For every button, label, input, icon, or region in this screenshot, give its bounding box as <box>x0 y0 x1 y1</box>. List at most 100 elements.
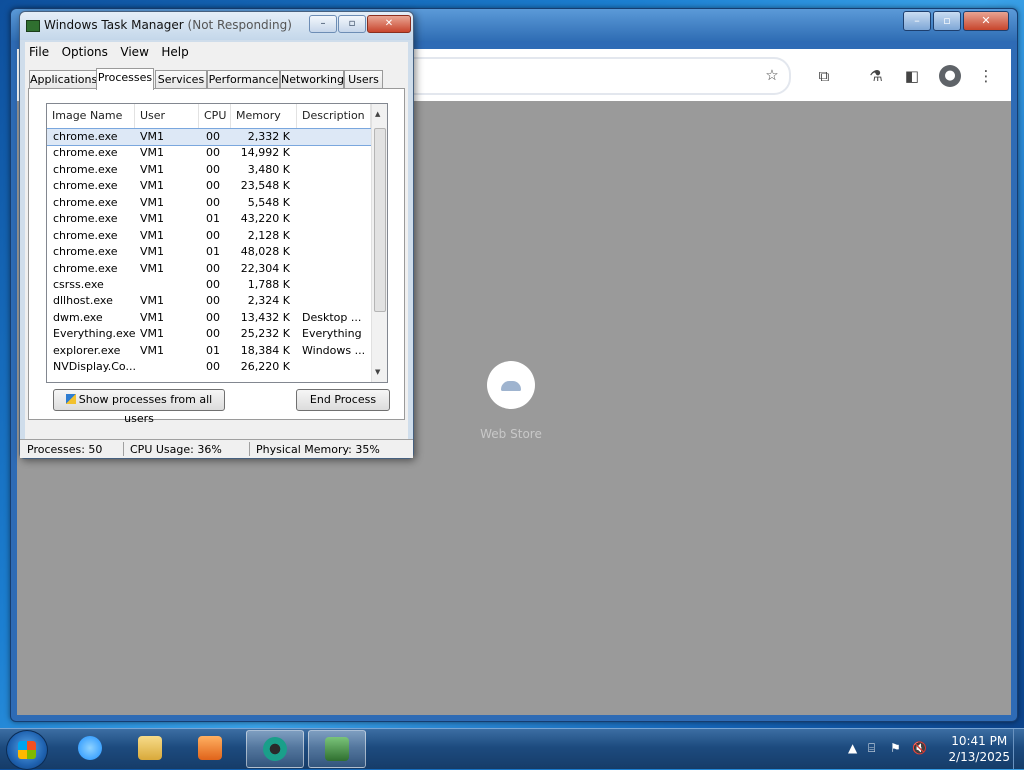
extensions-icon[interactable]: ⧉ <box>815 67 833 85</box>
menu-view[interactable]: View <box>116 42 153 59</box>
process-image-name: chrome.exe <box>53 261 118 275</box>
scroll-up-arrow-icon[interactable]: ▲ <box>375 110 380 118</box>
tab-applications[interactable]: Applications <box>29 70 97 89</box>
process-cpu: 00 <box>206 310 220 324</box>
process-list[interactable]: Image Name User Name CPU Memory (... Des… <box>46 103 388 383</box>
profile-avatar-icon[interactable]: ● <box>939 65 961 87</box>
process-row[interactable]: chrome.exe VM1 01 48,028 K <box>47 244 371 260</box>
menu-file[interactable]: File <box>25 42 54 59</box>
process-image-name: explorer.exe <box>53 343 121 357</box>
network-icon[interactable]: ⌸ <box>868 741 875 756</box>
tab-processes[interactable]: Processes <box>96 68 154 90</box>
side-panel-icon[interactable]: ◧ <box>903 67 921 85</box>
process-cpu: 00 <box>206 130 220 143</box>
tab-users[interactable]: Users <box>344 70 383 89</box>
not-responding-label: (Not Responding) <box>187 18 292 32</box>
clock[interactable]: 10:41 PM 2/13/2025 <box>948 733 1010 765</box>
process-cpu: 00 <box>206 261 220 275</box>
process-memory: 43,220 K <box>240 212 290 226</box>
process-user-name: VM1 <box>140 228 165 242</box>
process-user-name: VM1 <box>140 179 165 193</box>
process-memory: 23,548 K <box>240 179 290 193</box>
process-row[interactable]: chrome.exe VM1 00 2,332 K <box>47 127 372 147</box>
taskbar-task-manager[interactable] <box>308 730 366 768</box>
web-store-shortcut[interactable] <box>487 361 535 409</box>
windows-logo-icon <box>18 741 36 759</box>
process-cpu: 00 <box>206 146 220 160</box>
show-desktop-button[interactable] <box>1013 729 1024 769</box>
show-hidden-icons-icon[interactable]: ▲ <box>848 741 857 755</box>
column-header-description[interactable]: Description <box>297 104 371 128</box>
process-cpu: 00 <box>206 327 220 341</box>
close-button[interactable]: ✕ <box>963 11 1009 31</box>
system-tray: ▲ ⌸ ⚑ 🔇 10:41 PM 2/13/2025 <box>834 729 1024 769</box>
tab-services[interactable]: Services <box>155 70 207 89</box>
process-row[interactable]: dwm.exe VM1 00 13,432 K Desktop ... <box>47 310 371 326</box>
window-title: Windows Task Manager <box>44 18 184 32</box>
taskbar: ▲ ⌸ ⚑ 🔇 10:41 PM 2/13/2025 <box>0 728 1024 770</box>
maximize-button[interactable]: ▫ <box>933 11 961 31</box>
process-cpu: 01 <box>206 343 220 357</box>
column-header-user-name[interactable]: User Name <box>135 104 199 146</box>
process-user-name: VM1 <box>140 162 165 176</box>
volume-muted-icon[interactable]: 🔇 <box>912 741 927 755</box>
process-row[interactable]: chrome.exe VM1 00 2,128 K <box>47 228 371 244</box>
action-center-flag-icon[interactable]: ⚑ <box>890 741 901 755</box>
process-user-name: VM1 <box>140 310 165 324</box>
media-player-icon <box>198 736 222 760</box>
process-image-name: chrome.exe <box>53 146 118 160</box>
menu-options[interactable]: Options <box>58 42 113 59</box>
process-user-name: VM1 <box>140 343 165 357</box>
labs-flask-icon[interactable]: ⚗ <box>867 67 885 85</box>
process-row[interactable]: chrome.exe VM1 00 5,548 K <box>47 195 371 211</box>
scroll-thumb[interactable] <box>374 128 386 312</box>
process-memory: 2,128 K <box>247 228 290 242</box>
column-header-image-name[interactable]: Image Name <box>47 104 135 128</box>
process-row[interactable]: chrome.exe VM1 00 3,480 K <box>47 162 371 178</box>
taskbar-media-player[interactable] <box>182 730 238 766</box>
process-row[interactable]: Everything.exe VM1 00 25,232 K Everything <box>47 326 371 342</box>
process-image-name: Everything.exe <box>53 327 135 341</box>
show-all-processes-button[interactable]: Show processes from all users <box>53 389 225 425</box>
process-row[interactable]: csrss.exe 00 1,788 K <box>47 277 371 293</box>
folder-icon <box>138 736 162 760</box>
process-row[interactable]: NVDisplay.Co... 00 26,220 K <box>47 359 371 375</box>
process-memory: 26,220 K <box>240 360 290 374</box>
star-icon[interactable]: ☆ <box>763 66 781 84</box>
task-manager-window: Windows Task Manager (Not Responding) – … <box>19 11 414 459</box>
process-description: Windows ... <box>302 343 366 357</box>
process-image-name: chrome.exe <box>53 130 118 143</box>
task-manager-app-icon <box>26 20 40 32</box>
start-button[interactable] <box>6 730 48 770</box>
taskbar-file-explorer[interactable] <box>122 730 178 766</box>
taskbar-internet-explorer[interactable] <box>62 730 118 766</box>
process-description: Desktop ... <box>302 310 362 324</box>
process-row[interactable]: chrome.exe VM1 00 14,992 K <box>47 145 371 161</box>
vertical-scrollbar[interactable]: ▲ ▼ <box>371 104 387 382</box>
end-process-button[interactable]: End Process <box>296 389 390 411</box>
process-row[interactable]: chrome.exe VM1 00 23,548 K <box>47 178 371 194</box>
maximize-button[interactable]: ▫ <box>338 15 366 33</box>
menu-more-icon[interactable]: ⋮ <box>977 67 995 85</box>
process-cpu: 00 <box>206 294 220 308</box>
scroll-down-arrow-icon[interactable]: ▼ <box>375 368 380 376</box>
tab-networking[interactable]: Networking <box>280 70 344 89</box>
minimize-button[interactable]: – <box>903 11 931 31</box>
tab-performance[interactable]: Performance <box>207 70 280 89</box>
process-row[interactable]: dllhost.exe VM1 00 2,324 K <box>47 293 371 309</box>
process-row[interactable]: explorer.exe VM1 01 18,384 K Windows ... <box>47 343 371 359</box>
column-header-memory[interactable]: Memory (... <box>231 104 297 146</box>
process-row[interactable]: chrome.exe VM1 00 22,304 K <box>47 261 371 277</box>
minimize-button[interactable]: – <box>309 15 337 33</box>
process-description: Everything <box>302 327 362 341</box>
process-row[interactable]: chrome.exe VM1 01 43,220 K <box>47 211 371 227</box>
column-header-cpu[interactable]: CPU <box>199 104 231 128</box>
clock-time: 10:41 PM <box>951 734 1008 748</box>
taskbar-chrome[interactable] <box>246 730 304 768</box>
close-button[interactable]: ✕ <box>367 15 411 33</box>
process-image-name: dllhost.exe <box>53 294 113 308</box>
clock-date: 2/13/2025 <box>948 750 1010 764</box>
task-manager-title-bar[interactable]: Windows Task Manager (Not Responding) – … <box>20 12 413 40</box>
process-memory: 18,384 K <box>240 343 290 357</box>
menu-help[interactable]: Help <box>157 42 193 59</box>
